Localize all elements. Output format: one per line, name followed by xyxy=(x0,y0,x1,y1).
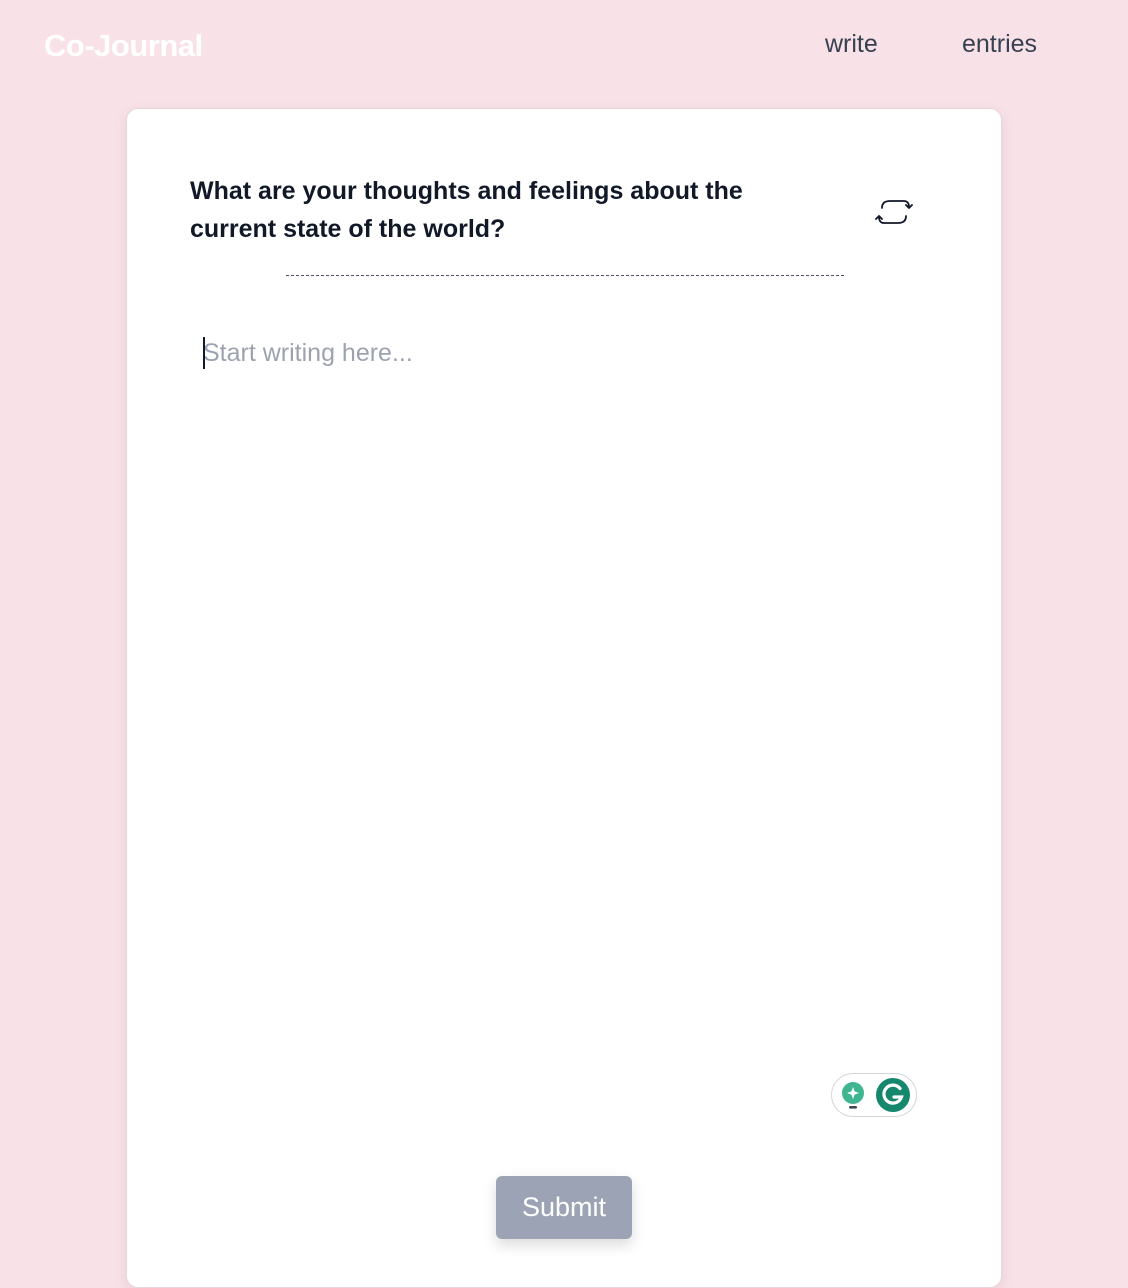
grammarly-icon[interactable] xyxy=(876,1078,910,1112)
refresh-prompt-button[interactable] xyxy=(875,195,913,229)
submit-button[interactable]: Submit xyxy=(496,1176,632,1239)
nav-write-link[interactable]: write xyxy=(825,30,878,59)
journal-prompt: What are your thoughts and feelings abou… xyxy=(190,177,743,243)
text-caret xyxy=(203,337,205,369)
brand-logo[interactable]: Co-Journal xyxy=(44,28,203,64)
refresh-cycle-icon xyxy=(875,200,913,224)
prompt-divider xyxy=(286,275,844,276)
journal-entry-input[interactable] xyxy=(203,331,923,1031)
journal-card: What are your thoughts and feelings abou… xyxy=(126,108,1002,1288)
nav-entries-link[interactable]: entries xyxy=(962,30,1037,59)
lightbulb-icon[interactable] xyxy=(840,1081,866,1111)
writing-assistant-widget[interactable] xyxy=(831,1073,917,1117)
